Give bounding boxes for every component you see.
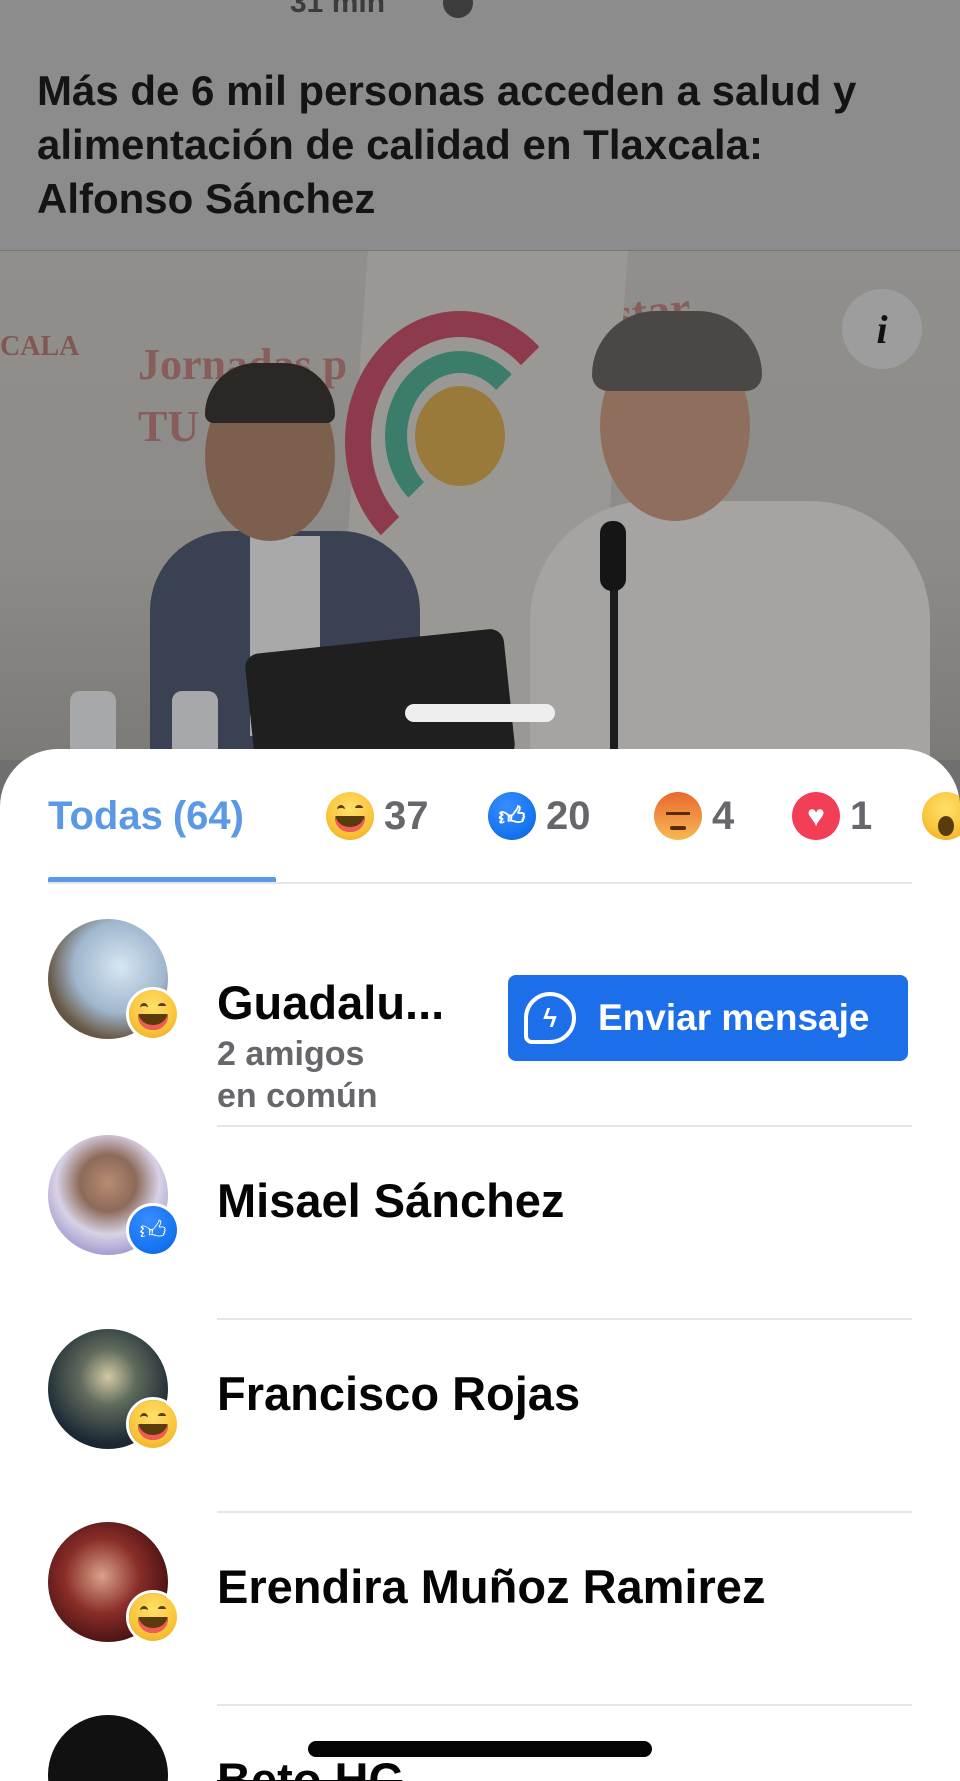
list-item[interactable]: Guadalu... 2 amigos en común ϟ Enviar me…: [0, 893, 960, 1127]
like-emoji-icon: 👍︎: [488, 792, 536, 840]
post-header: 31 min Más de 6 mil personas acceden a s…: [0, 0, 960, 250]
haha-emoji-icon: [326, 792, 374, 840]
tab-all-count: (64): [172, 793, 244, 838]
person-name[interactable]: Guadalu...: [217, 975, 444, 1030]
love-emoji-icon: ♥: [792, 792, 840, 840]
person-name[interactable]: Erendira Muñoz Ramirez: [217, 1559, 765, 1614]
person-name[interactable]: Misael Sánchez: [217, 1173, 564, 1228]
haha-emoji-icon: [129, 1400, 177, 1448]
angry-emoji-icon: [654, 792, 702, 840]
reaction-badge: [126, 1397, 180, 1451]
post-time: 31 min: [290, 0, 386, 19]
photo-mic-stand: [610, 581, 618, 760]
tabs-divider: [48, 882, 912, 884]
tab-all[interactable]: Todas (64): [48, 791, 244, 841]
wow-emoji-icon: [922, 792, 960, 840]
reaction-badge: [126, 1590, 180, 1644]
tab-like-count: 20: [546, 793, 591, 838]
list-item[interactable]: Beto HC: [0, 1666, 960, 1781]
tab-all-label: Todas: [48, 793, 163, 838]
like-emoji-icon: 👍︎: [129, 1206, 177, 1254]
send-message-button[interactable]: ϟ Enviar mensaje: [508, 975, 908, 1061]
sheet-grabber[interactable]: [405, 704, 555, 722]
tab-haha[interactable]: 37: [326, 791, 429, 841]
reaction-badge: 👍︎: [126, 1203, 180, 1257]
haha-emoji-icon: [129, 990, 177, 1038]
haha-emoji-icon: [129, 1593, 177, 1641]
reaction-tabs: Todas (64) 37 👍︎ 20 4 ♥ 1: [0, 749, 960, 884]
info-button[interactable]: i: [842, 289, 922, 369]
reactions-sheet: Todas (64) 37 👍︎ 20 4 ♥ 1 Guadalu... 2 a…: [0, 749, 960, 1781]
list-item[interactable]: Erendira Muñoz Ramirez: [0, 1473, 960, 1706]
home-indicator[interactable]: [308, 1741, 652, 1757]
tab-love-count: 1: [850, 793, 873, 838]
list-item[interactable]: 👍︎ Misael Sánchez: [0, 1087, 960, 1320]
person-name[interactable]: Francisco Rojas: [217, 1366, 580, 1421]
tab-like[interactable]: 👍︎ 20: [488, 791, 591, 841]
tab-love[interactable]: ♥ 1: [792, 791, 872, 841]
tab-haha-count: 37: [384, 793, 429, 838]
info-icon: i: [876, 306, 888, 352]
photo-person-right: [520, 311, 940, 760]
list-item[interactable]: Francisco Rojas: [0, 1280, 960, 1513]
post-photo[interactable]: Jornadas p TU nestar CALA i: [0, 250, 960, 760]
messenger-icon: ϟ: [524, 992, 576, 1044]
avatar[interactable]: [48, 1715, 168, 1781]
globe-icon: [443, 0, 473, 18]
tab-angry[interactable]: 4: [654, 791, 734, 841]
photo-microphone: [600, 521, 626, 591]
mutual-friends: 2 amigos: [217, 1035, 365, 1073]
send-message-label: Enviar mensaje: [598, 997, 870, 1038]
photo-logo-text: CALA: [0, 331, 80, 362]
tab-wow[interactable]: [922, 791, 960, 841]
reaction-badge: [126, 987, 180, 1041]
tab-angry-count: 4: [712, 793, 735, 838]
post-title[interactable]: Más de 6 mil personas acceden a salud y …: [37, 64, 917, 226]
